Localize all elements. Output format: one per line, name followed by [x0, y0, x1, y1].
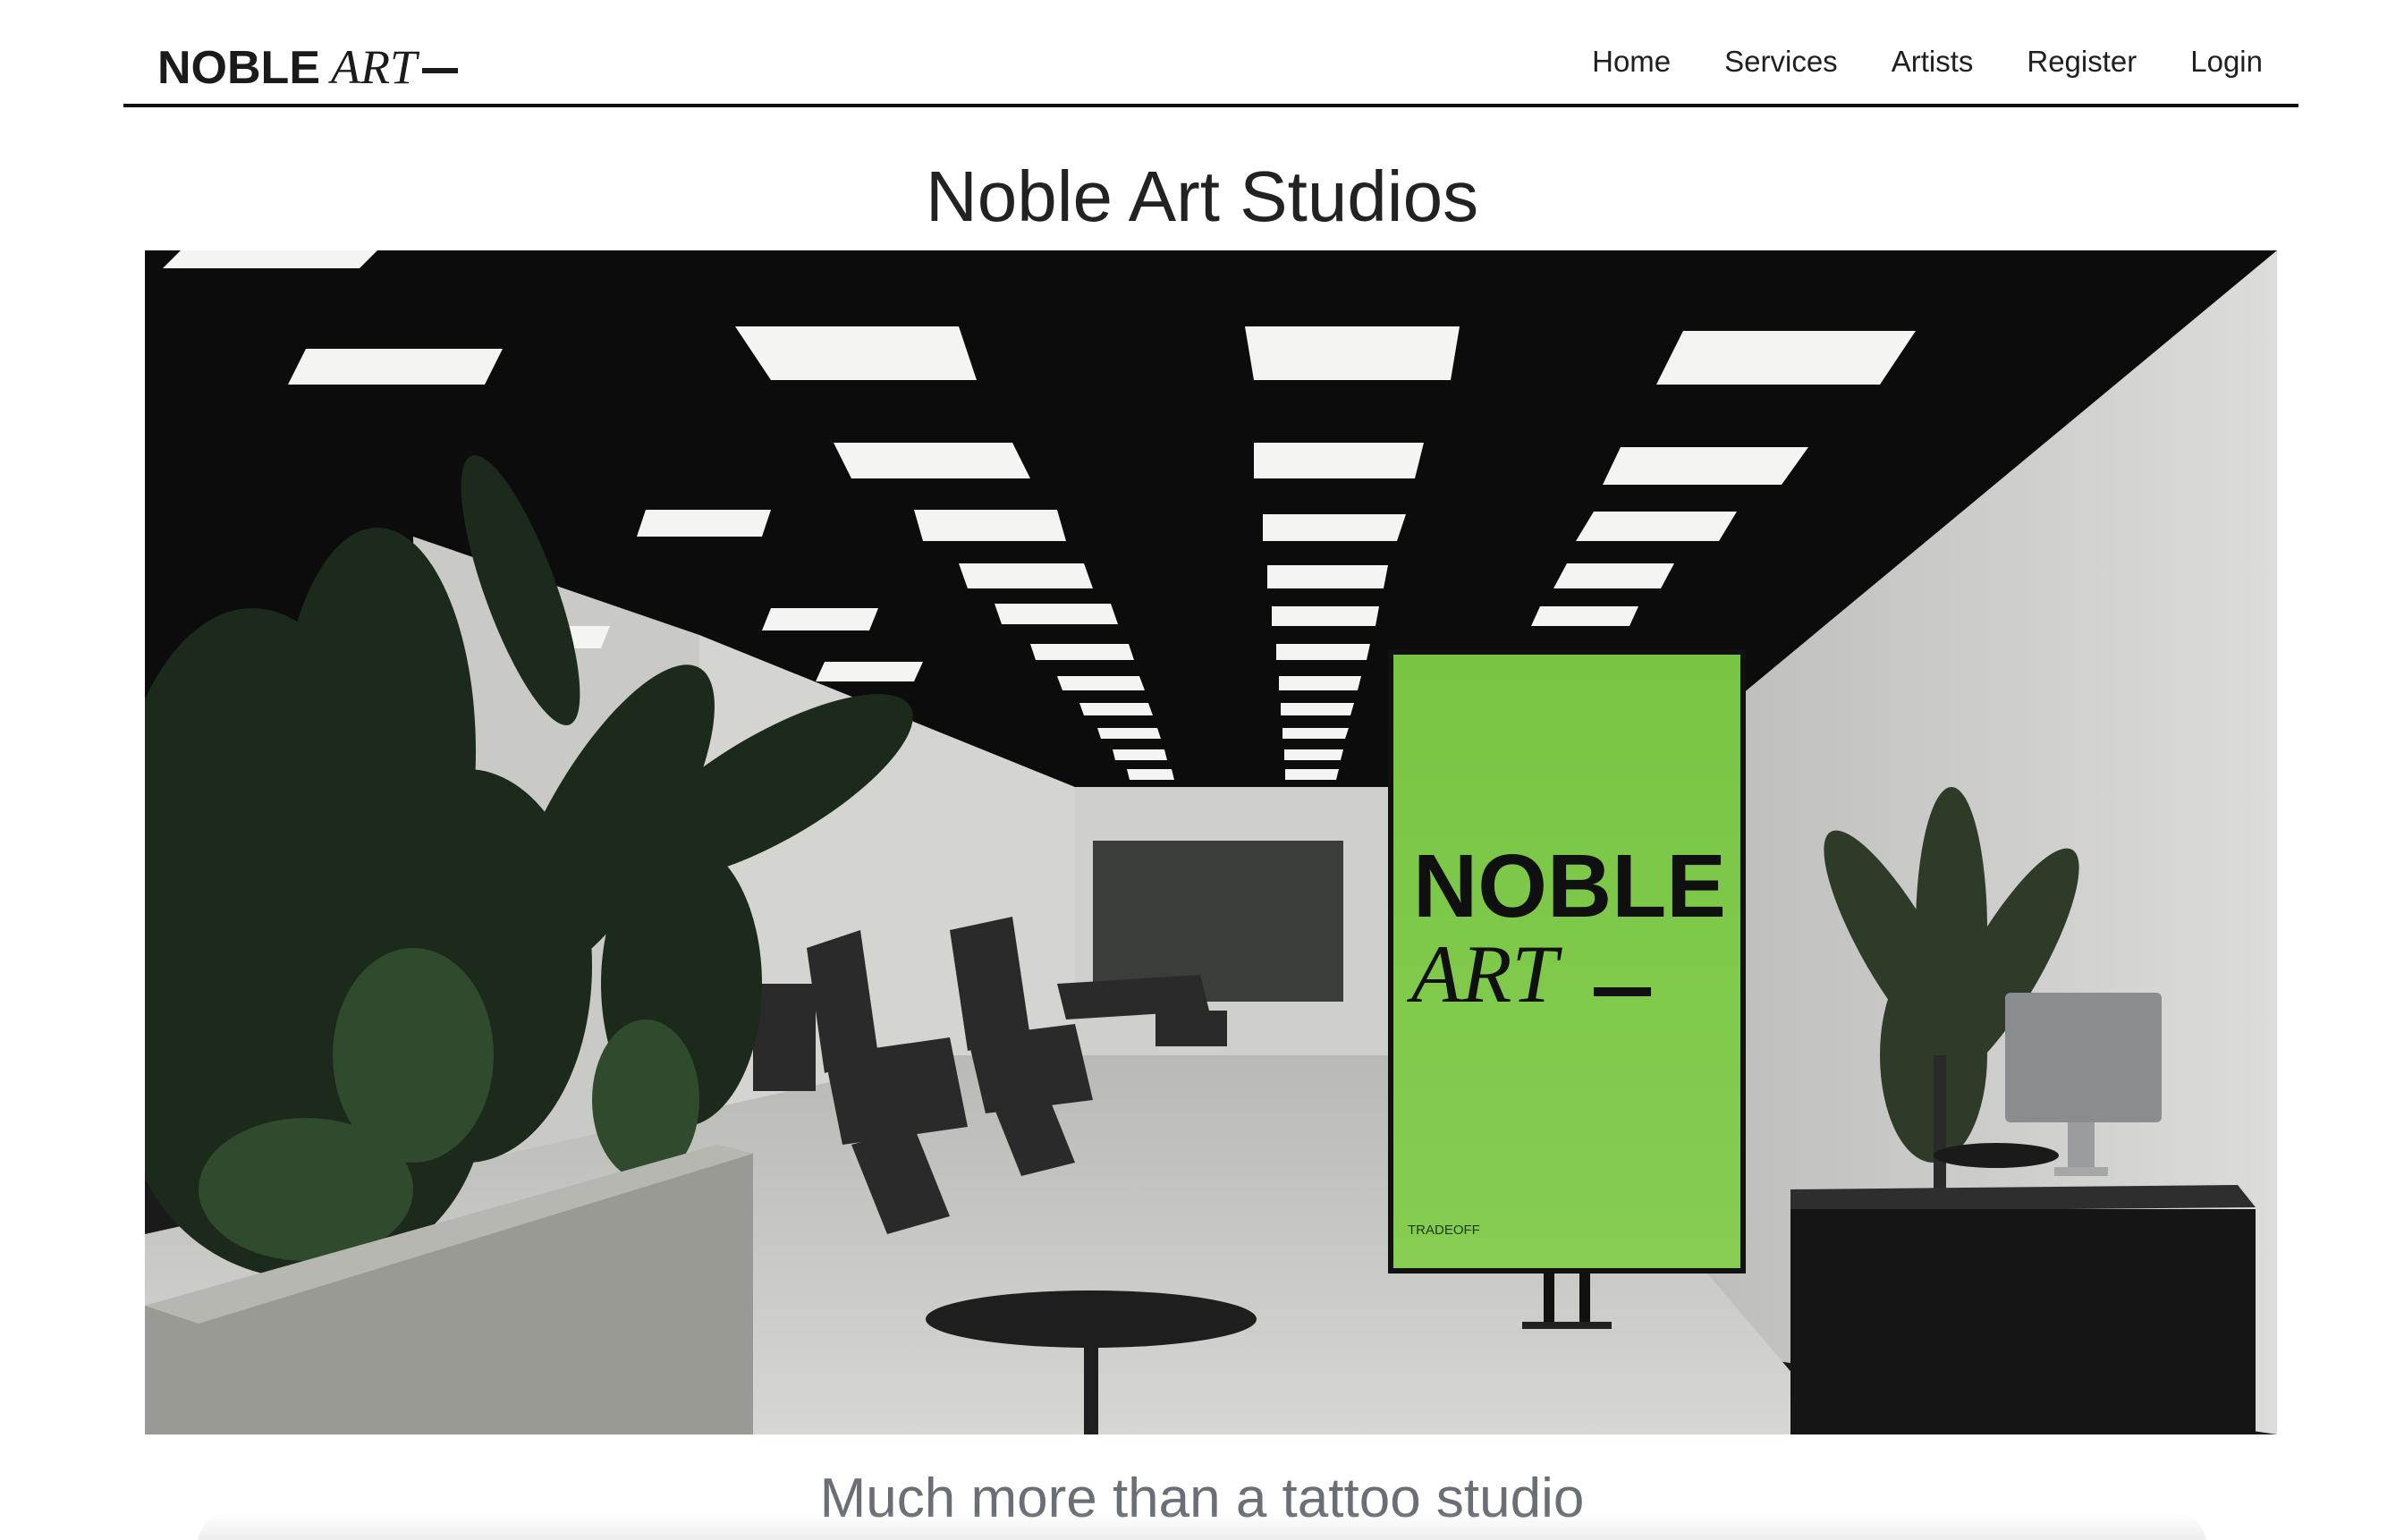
sign-small-text: TRADEOFF	[1408, 1223, 1480, 1238]
nav-register-link[interactable]: Register	[2027, 45, 2137, 79]
nav-services-link[interactable]: Services	[1724, 45, 1838, 79]
studio-interior-photo: NOBLE ART TRADEOFF	[145, 250, 2277, 1434]
brand-logo[interactable]: NOBLE ART	[157, 39, 459, 95]
sign-line1: NOBLE	[1413, 836, 1726, 936]
hero-image: NOBLE ART TRADEOFF	[145, 250, 2277, 1434]
sign-dash-mark	[1594, 987, 1651, 996]
navbar: NOBLE ART Home Services Artists Register…	[123, 0, 2298, 107]
page: NOBLE ART Home Services Artists Register…	[0, 0, 2404, 1540]
nav-login-link[interactable]: Login	[2190, 45, 2263, 79]
nav-artists-link[interactable]: Artists	[1892, 45, 1974, 79]
scroll-shadow	[197, 1511, 2207, 1540]
nav-home-link[interactable]: Home	[1592, 45, 1671, 79]
brand-dash-mark	[422, 68, 459, 73]
brand-name-italic: ART	[331, 40, 418, 94]
brand-name-strong: NOBLE	[157, 42, 320, 94]
page-title: Noble Art Studios	[925, 157, 1479, 236]
noble-art-sign: NOBLE ART TRADEOFF	[1388, 649, 1746, 1329]
sign-line2: ART	[1406, 928, 1562, 1020]
nav-links: Home Services Artists Register Login	[1538, 45, 2263, 79]
